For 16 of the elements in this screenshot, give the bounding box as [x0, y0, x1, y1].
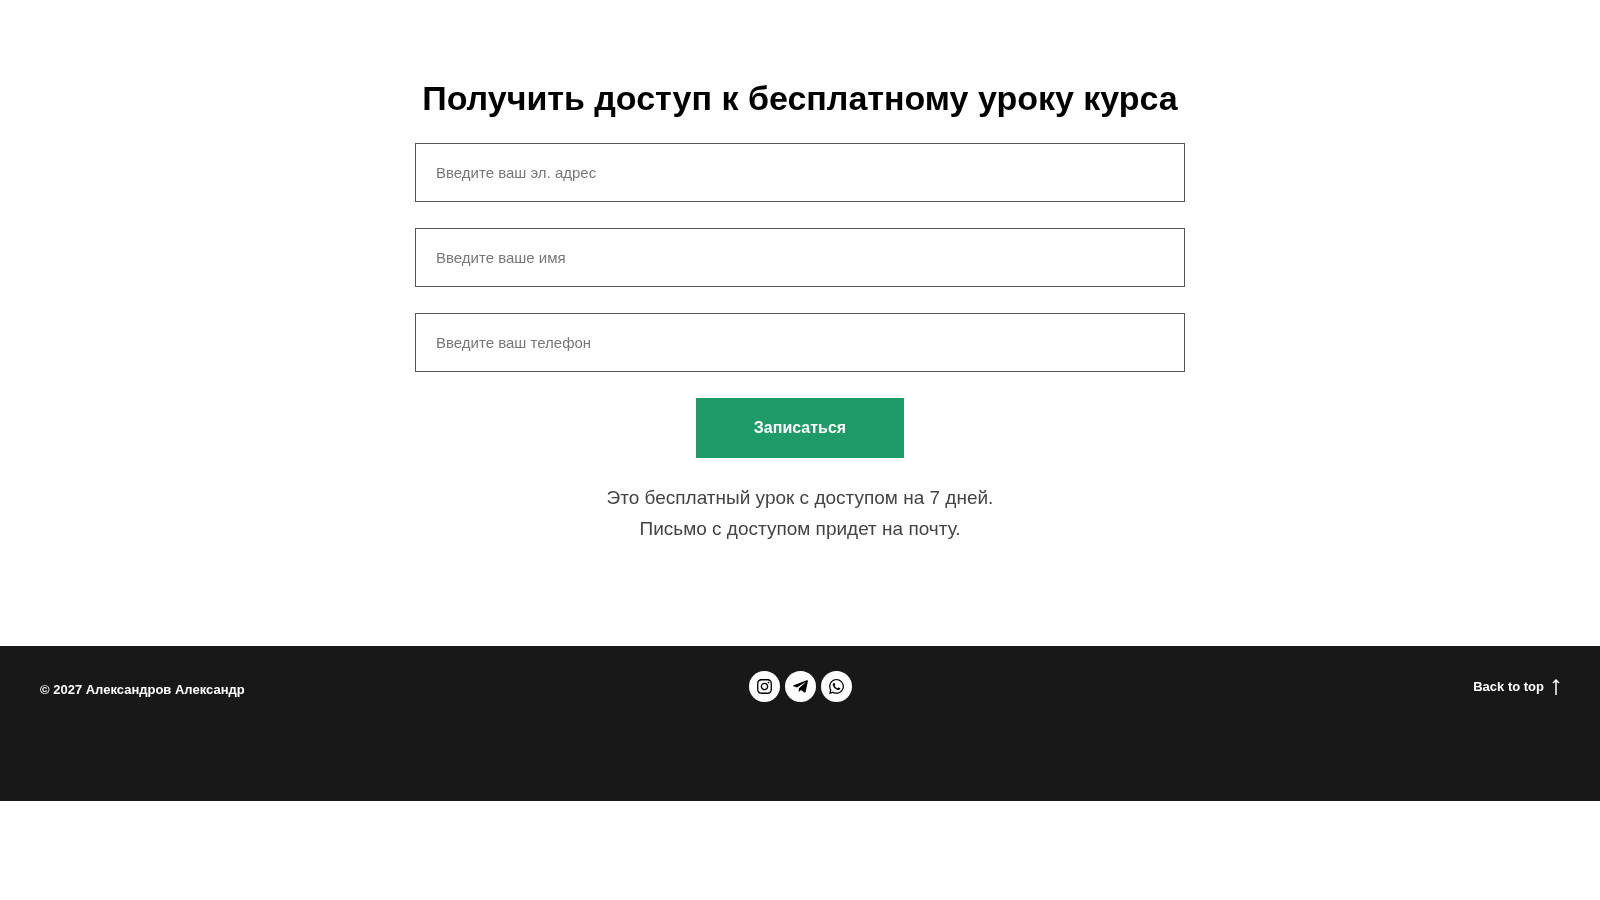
info-text: Это бесплатный урок с доступом на 7 дней. [606, 486, 994, 509]
copyright-text: © 2027 Александров Александр [40, 681, 246, 699]
arrow-up-icon [1552, 677, 1560, 696]
back-to-top-link[interactable]: Back to top [1260, 677, 1560, 697]
info-text: Письмо с доступом придет на почту. [639, 517, 961, 540]
form-title: Получить доступ к бесплатному уроку курса [422, 78, 1178, 119]
input-field[interactable]: Введите ваш телефон [415, 313, 1185, 372]
paper-plane-icon [791, 678, 809, 695]
submit-button[interactable]: Записаться [696, 398, 904, 458]
social-link[interactable] [784, 671, 816, 702]
social-link[interactable] [820, 671, 852, 702]
social-link[interactable] [748, 671, 780, 702]
input-field[interactable]: Введите ваше имя [415, 228, 1185, 287]
phone-bubble-icon [827, 678, 845, 695]
camera-icon [755, 678, 773, 695]
input-field[interactable]: Введите ваш эл. адрес [415, 143, 1185, 202]
